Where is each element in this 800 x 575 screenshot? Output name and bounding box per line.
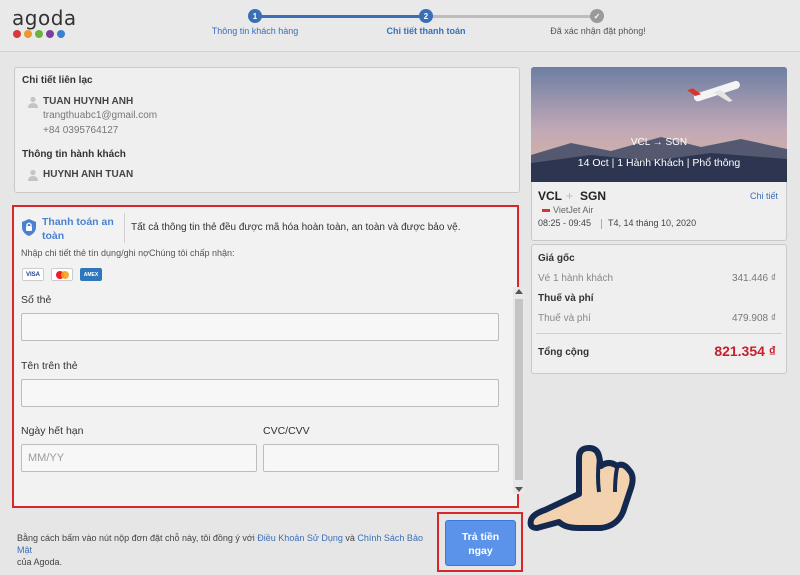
flight-date: T4, 14 tháng 10, 2020 — [608, 218, 697, 228]
card-number-label: Số thẻ — [21, 294, 52, 306]
mastercard-icon — [51, 268, 73, 281]
card-number-input[interactable] — [21, 313, 499, 341]
total-value: 821.354 ₫ — [714, 343, 776, 359]
passenger-heading: Thông tin hành khách — [22, 149, 126, 160]
tax-heading: Thuế và phí — [538, 293, 594, 304]
scroll-down-arrow-icon[interactable] — [515, 487, 523, 492]
step-3-check-icon: ✓ — [590, 9, 604, 23]
flight-info-divider — [601, 219, 602, 229]
contact-name: TUAN HUYNH ANH — [43, 96, 134, 107]
step-1-label: Thông tin khách hàng — [211, 26, 299, 36]
form-scrollbar[interactable] — [513, 287, 525, 494]
hero-summary: 14 Oct | 1 Hành Khách | Phổ thông — [577, 157, 741, 169]
flight-details-link[interactable]: Chi tiết — [750, 191, 778, 201]
flight-hero-image: VCL → SGN 14 Oct | 1 Hành Khách | Phổ th… — [531, 67, 787, 182]
expiry-input[interactable]: MM/YY — [21, 444, 257, 472]
secure-divider — [124, 213, 125, 243]
pay-now-button[interactable]: Trả tiền ngay — [445, 520, 516, 566]
step-3-label: Đã xác nhận đặt phòng! — [550, 26, 646, 36]
route-to: SGN — [580, 189, 607, 203]
step-1-circle: 1 — [248, 9, 262, 23]
customer-info-card: Chi tiết liên lạc TUAN HUYNH ANH trangth… — [14, 67, 520, 193]
terms-text: Bằng cách bấm vào nút nộp đơn đặt chỗ nà… — [17, 532, 437, 568]
scroll-thumb[interactable] — [515, 299, 523, 480]
airline-name: VietJet Air — [553, 205, 594, 215]
total-label: Tổng cộng — [538, 347, 590, 358]
logo-dot — [57, 30, 65, 38]
accepted-cards-note: Nhập chi tiết thẻ tín dụng/ghi nợChúng t… — [21, 248, 235, 258]
contact-phone: +84 0395764127 — [43, 125, 119, 136]
hero-route: VCL → SGN — [531, 137, 787, 148]
contact-email: trangthuabc1@gmail.com — [43, 110, 158, 121]
step-2-label: Chi tiết thanh toán — [386, 26, 466, 36]
name-on-card-input[interactable] — [21, 379, 499, 407]
tax-label: Thuế và phí — [538, 313, 591, 324]
pay-now-line2: ngay — [468, 545, 493, 557]
route-plus-icon: + — [566, 189, 574, 203]
shield-lock-icon — [22, 219, 36, 236]
hero-route-to: SGN — [665, 137, 688, 148]
hero-route-arrow-icon: → — [652, 137, 666, 148]
name-on-card-label: Tên trên thẻ — [21, 360, 78, 372]
logo-dot — [46, 30, 54, 38]
terms-and: và — [342, 533, 358, 543]
route-from: VCL — [538, 189, 562, 203]
cvc-input[interactable] — [263, 444, 499, 472]
passenger-name: HUYNH ANH TUAN — [43, 169, 134, 180]
terms-suffix: của Agoda. — [17, 557, 63, 567]
scroll-up-arrow-icon[interactable] — [515, 289, 523, 294]
logo-dot — [35, 30, 43, 38]
tax-value: 479.908 ₫ — [731, 313, 776, 324]
agoda-logo-dots — [13, 30, 65, 38]
visa-card-icon: VISA — [22, 268, 44, 281]
contact-heading: Chi tiết liên lạc — [22, 75, 93, 86]
terms-of-use-link[interactable]: Điều Khoản Sử Dụng — [257, 533, 343, 543]
pay-now-line1: Trả tiền — [461, 531, 500, 543]
step-2-circle: 2 — [419, 9, 433, 23]
pointing-hand-icon — [527, 445, 636, 531]
logo-dot — [24, 30, 32, 38]
base-price-heading: Giá gốc — [538, 253, 575, 264]
top-header: agoda 1 2 ✓ Thông tin khách hàng Chi tiế… — [0, 0, 800, 52]
agoda-logo-text[interactable]: agoda — [12, 6, 77, 30]
flight-times: 08:25 - 09:45 — [538, 218, 592, 228]
person-icon — [28, 169, 38, 181]
amex-card-icon: AMEX — [80, 268, 102, 281]
expiry-label: Ngày hết hạn — [21, 425, 84, 437]
hero-route-from: VCL — [630, 137, 650, 148]
logo-dot — [13, 30, 21, 38]
total-divider — [536, 333, 782, 334]
payment-form-section: Thanh toán an toàn Tất cả thông tin thẻ … — [12, 205, 525, 508]
price-breakdown-card: Giá gốc Vé 1 hành khách 341.446 ₫ Thuế v… — [531, 244, 787, 374]
per-passenger-label: Vé 1 hành khách — [538, 273, 614, 284]
per-passenger-value: 341.446 ₫ — [731, 273, 776, 284]
progress-line-pending — [432, 15, 592, 18]
airline-logo-icon — [542, 209, 550, 212]
terms-prefix: Bằng cách bấm vào nút nộp đơn đặt chỗ nà… — [17, 533, 258, 543]
progress-line-done — [261, 15, 420, 18]
secure-note: Tất cả thông tin thẻ đều được mã hóa hoà… — [131, 222, 461, 233]
person-icon — [28, 96, 38, 108]
cvc-label: CVC/CVV — [263, 425, 310, 437]
secure-payment-label: Thanh toán an toàn — [42, 216, 114, 242]
